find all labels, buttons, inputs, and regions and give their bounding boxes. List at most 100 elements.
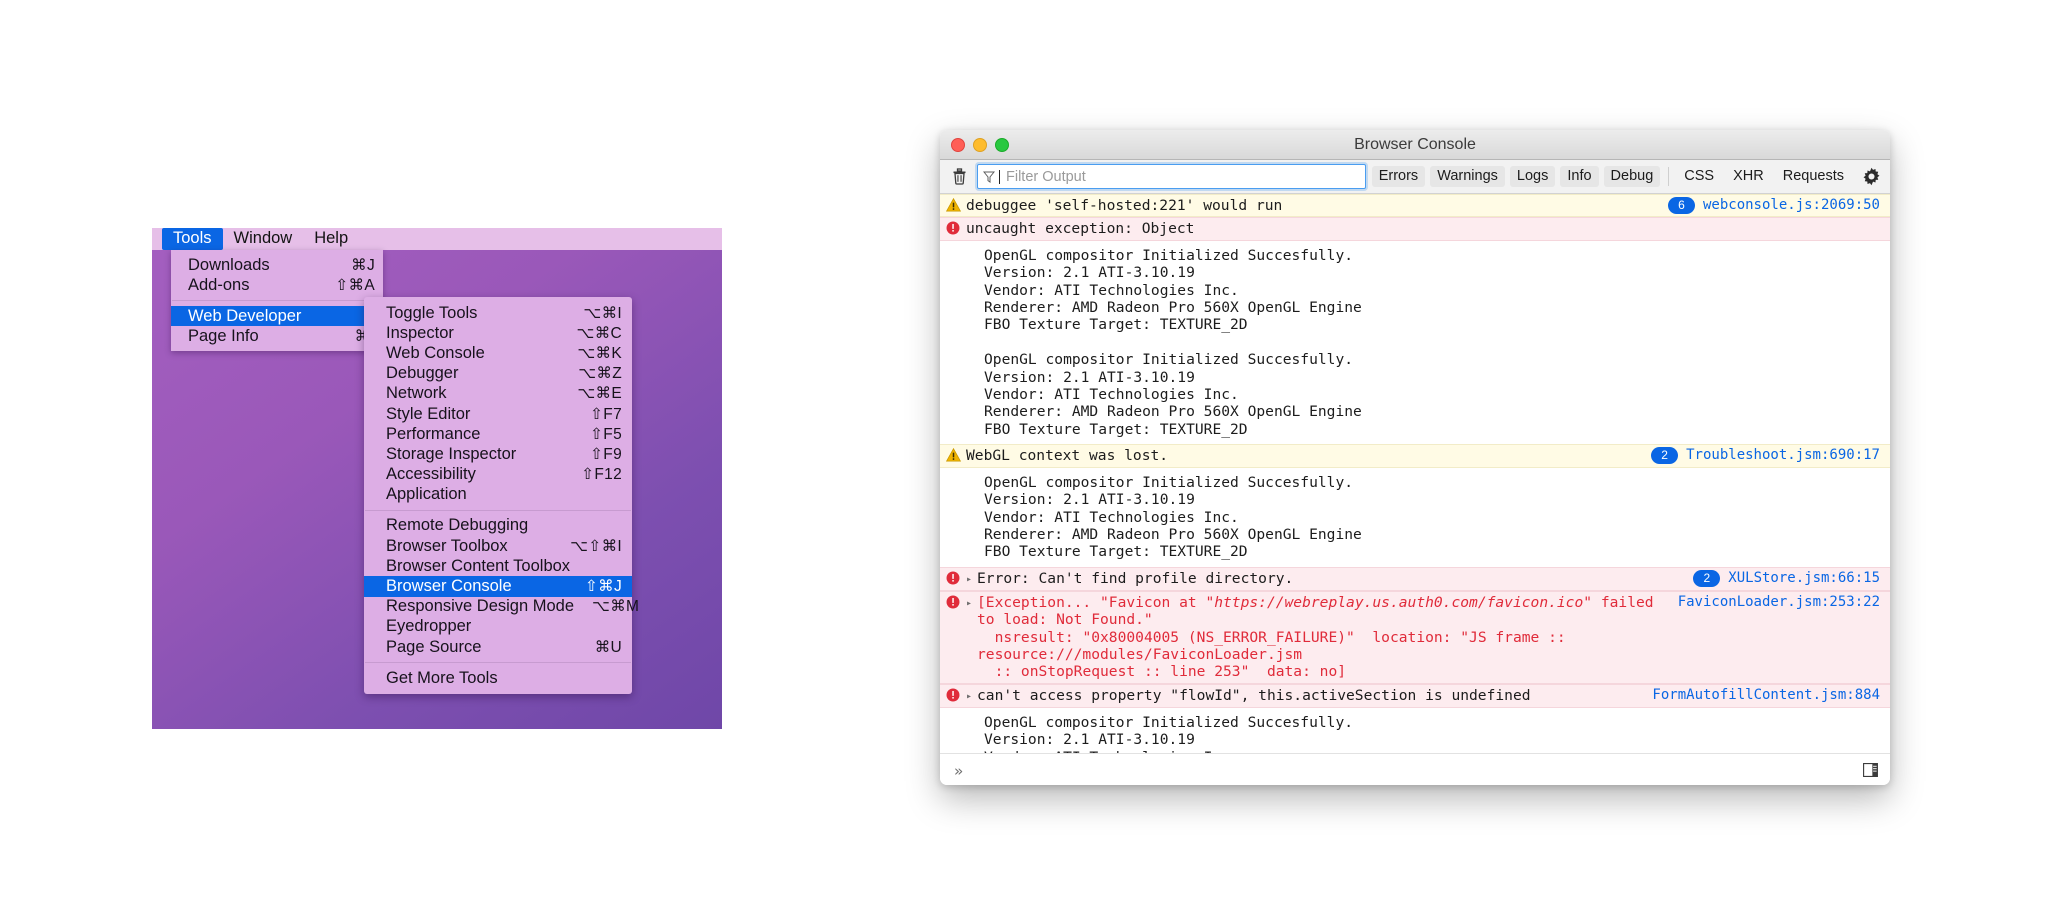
submenu-item-remote-debugging[interactable]: Remote Debugging	[364, 516, 632, 536]
submenu-item-browser-content-toolbox-label: Browser Content Toolbox	[386, 556, 571, 575]
window-titlebar[interactable]: Browser Console	[940, 130, 1890, 160]
submenu-item-responsive-design-mode-label: Responsive Design Mode	[386, 597, 575, 616]
console-message-text: [Exception... "Favicon at "https://webre…	[977, 594, 1678, 681]
menu-item-downloads-label: Downloads	[188, 255, 270, 274]
filter-button-warnings[interactable]: Warnings	[1430, 166, 1505, 187]
source-link[interactable]: XULStore.jsm:66:15	[1728, 570, 1880, 587]
console-message-row[interactable]: ▸ [Exception... "Favicon at "https://web…	[940, 590, 1890, 684]
submenu-item-web-console[interactable]: Web Console ⌥⌘K	[364, 343, 632, 363]
filter-input-wrapper[interactable]	[977, 164, 1366, 189]
submenu-item-debugger[interactable]: Debugger ⌥⌘Z	[364, 364, 632, 384]
expand-arrow-icon[interactable]: ▸	[966, 570, 977, 588]
menubar: Tools Window Help	[152, 228, 722, 250]
submenu-item-browser-content-toolbox[interactable]: Browser Content Toolbox	[364, 556, 632, 576]
source-link[interactable]: FaviconLoader.jsm:253:22	[1678, 594, 1880, 611]
console-message-row[interactable]: debuggee 'self-hosted:221' would run 6 w…	[940, 194, 1890, 218]
submenu-item-storage-inspector-label: Storage Inspector	[386, 444, 517, 463]
submenu-item-style-editor[interactable]: Style Editor ⇧F7	[364, 404, 632, 424]
console-message-text: Error: Can't find profile directory.	[977, 569, 1294, 587]
submenu-item-web-console-label: Web Console	[386, 343, 485, 362]
text-caret	[999, 169, 1000, 184]
console-message-row[interactable]: uncaught exception: Object	[940, 217, 1890, 241]
warning-triangle-icon	[940, 197, 966, 212]
exception-url: https://webreplay.us.auth0.com/favicon.i…	[1214, 593, 1584, 611]
submenu-item-network[interactable]: Network ⌥⌘E	[364, 384, 632, 404]
submenu-item-web-console-shortcut: ⌥⌘K	[577, 344, 622, 362]
menubar-item-help-label: Help	[314, 229, 349, 247]
submenu-item-responsive-design-mode-shortcut: ⌥⌘M	[592, 598, 640, 616]
menu-item-add-ons-label: Add-ons	[188, 275, 250, 294]
exception-text-pre: [Exception... "Favicon at "	[977, 593, 1215, 611]
source-link[interactable]: Troubleshoot.jsm:690:17	[1686, 447, 1880, 464]
repeat-badge: 6	[1667, 197, 1695, 215]
submenu-item-page-source[interactable]: Page Source ⌘U	[364, 637, 632, 657]
console-log-block: OpenGL compositor Initialized Succesfull…	[940, 707, 1890, 753]
menu-item-add-ons[interactable]: Add-ons ⇧⌘A	[171, 275, 383, 295]
console-message-text: WebGL context was lost.	[966, 447, 1169, 465]
submenu-item-performance[interactable]: Performance ⇧F5	[364, 424, 632, 444]
submenu-separator-1	[365, 509, 631, 511]
clear-console-button[interactable]	[947, 165, 971, 189]
filter-button-css[interactable]: CSS	[1677, 166, 1721, 187]
submenu-item-debugger-label: Debugger	[386, 364, 459, 383]
submenu-item-browser-toolbox[interactable]: Browser Toolbox ⌥⇧⌘I	[364, 536, 632, 556]
menubar-item-help[interactable]: Help	[303, 228, 359, 250]
submenu-item-storage-inspector[interactable]: Storage Inspector ⇧F9	[364, 444, 632, 464]
submenu-item-browser-toolbox-label: Browser Toolbox	[386, 536, 508, 555]
console-message-meta: FaviconLoader.jsm:253:22	[1678, 594, 1890, 611]
menu-item-web-developer[interactable]: Web Developer ▶	[171, 306, 383, 326]
submenu-item-application-label: Application	[386, 485, 467, 504]
console-message-row[interactable]: ▸ can't access property "flowId", this.a…	[940, 683, 1890, 708]
source-link[interactable]: webconsole.js:2069:50	[1703, 197, 1880, 214]
console-settings-button[interactable]	[1859, 165, 1883, 189]
console-message-text: uncaught exception: Object	[966, 220, 1195, 238]
submenu-item-toggle-tools-label: Toggle Tools	[386, 303, 478, 322]
toolbar-divider	[1668, 167, 1670, 186]
filter-button-info[interactable]: Info	[1560, 166, 1599, 187]
submenu-item-network-label: Network	[386, 384, 447, 403]
filter-button-requests[interactable]: Requests	[1776, 166, 1851, 187]
console-message-row[interactable]: ▸ Error: Can't find profile directory. 2…	[940, 566, 1890, 591]
menubar-item-window[interactable]: Window	[223, 228, 304, 250]
error-circle-icon	[940, 570, 966, 585]
menubar-item-tools[interactable]: Tools	[162, 228, 223, 250]
submenu-item-get-more-tools[interactable]: Get More Tools	[364, 668, 632, 688]
split-console-button[interactable]	[1863, 762, 1878, 781]
submenu-item-browser-toolbox-shortcut: ⌥⇧⌘I	[570, 537, 622, 555]
console-message-row[interactable]: WebGL context was lost. 2 Troubleshoot.j…	[940, 444, 1890, 468]
menu-item-downloads[interactable]: Downloads ⌘J	[171, 255, 383, 275]
funnel-icon	[983, 171, 995, 183]
submenu-item-toggle-tools[interactable]: Toggle Tools ⌥⌘I	[364, 303, 632, 323]
submenu-item-style-editor-label: Style Editor	[386, 404, 471, 423]
console-input-row[interactable]: »	[940, 753, 1890, 785]
expand-arrow-icon[interactable]: ▸	[966, 687, 977, 705]
submenu-item-browser-console[interactable]: Browser Console ⇧⌘J	[364, 576, 632, 597]
submenu-separator-2	[365, 662, 631, 664]
submenu-item-accessibility[interactable]: Accessibility ⇧F12	[364, 465, 632, 485]
submenu-item-remote-debugging-label: Remote Debugging	[386, 516, 529, 535]
submenu-item-eyedropper[interactable]: Eyedropper	[364, 617, 632, 637]
filter-input[interactable]	[1004, 166, 1360, 187]
filter-button-debug[interactable]: Debug	[1603, 166, 1661, 187]
filter-button-errors[interactable]: Errors	[1371, 166, 1426, 187]
trash-icon	[953, 168, 965, 185]
split-console-icon	[1863, 762, 1878, 777]
console-log-block: OpenGL compositor Initialized Succesfull…	[940, 467, 1890, 567]
filter-buttons-group: Errors Warnings Logs Info Debug CSS XHR …	[1371, 165, 1883, 189]
menu-item-page-info-label: Page Info	[188, 326, 259, 345]
source-link[interactable]: FormAutofillContent.jsm:884	[1652, 687, 1880, 704]
menu-item-page-info[interactable]: Page Info ⌘I	[171, 326, 383, 346]
submenu-item-application[interactable]: Application	[364, 485, 632, 505]
filter-button-xhr[interactable]: XHR	[1726, 166, 1771, 187]
console-output[interactable]: debuggee 'self-hosted:221' would run 6 w…	[940, 194, 1890, 753]
menu-separator	[172, 300, 382, 301]
submenu-item-inspector[interactable]: Inspector ⌥⌘C	[364, 323, 632, 343]
expand-arrow-icon[interactable]: ▸	[966, 594, 977, 612]
menubar-item-tools-label: Tools	[173, 229, 212, 247]
screen: Tools Window Help Downloads ⌘J Add-ons ⇧…	[0, 0, 2048, 910]
console-message-meta: 2 Troubleshoot.jsm:690:17	[1651, 447, 1890, 465]
submenu-item-performance-label: Performance	[386, 424, 481, 443]
filter-button-logs[interactable]: Logs	[1509, 166, 1556, 187]
submenu-item-style-editor-shortcut: ⇧F7	[590, 405, 622, 423]
submenu-item-responsive-design-mode[interactable]: Responsive Design Mode ⌥⌘M	[364, 597, 639, 617]
